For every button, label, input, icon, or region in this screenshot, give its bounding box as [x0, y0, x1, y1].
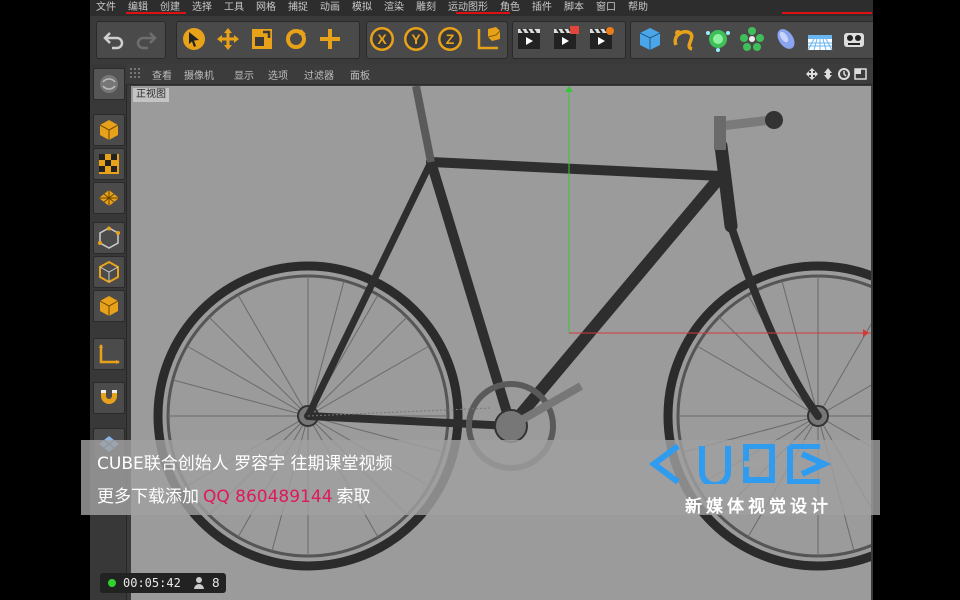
viewport-menubar: 查看 摄像机 显示 选项 过滤器 面板	[126, 64, 873, 85]
camera-icon[interactable]	[842, 24, 870, 54]
main-toolbar: X Y Z	[90, 16, 873, 65]
workplane-mode-icon[interactable]	[93, 182, 125, 214]
menu-animate[interactable]: 动画	[314, 0, 346, 16]
edges-mode-icon[interactable]	[93, 256, 125, 288]
stem	[720, 115, 772, 131]
view-menu-filter[interactable]: 过滤器	[304, 67, 334, 82]
menu-help[interactable]: 帮助	[622, 0, 654, 16]
y-axis-letter: Y	[411, 31, 421, 47]
banner-line2: 更多下载添加 QQ 860489144 索取	[97, 482, 371, 507]
promo-banner: CUBE联合创始人 罗容宇 往期课堂视频 更多下载添加 QQ 860489144 索…	[81, 440, 880, 517]
stream-status: 00:05:42 8	[100, 573, 226, 593]
deformer-icon[interactable]	[772, 24, 800, 54]
z-axis-letter: Z	[446, 31, 455, 47]
front-viewport[interactable]: 正视图	[131, 86, 871, 600]
model-mode-icon[interactable]	[93, 68, 125, 100]
y-axis-icon[interactable]: Y	[402, 24, 430, 54]
y-axis-arrow	[565, 86, 573, 92]
bicycle-model	[153, 86, 871, 571]
menu-file[interactable]: 文件	[90, 0, 122, 16]
viewport-label: 正视图	[133, 88, 169, 102]
headset	[714, 116, 726, 150]
z-axis-icon[interactable]: Z	[436, 24, 464, 54]
banner-qq: QQ 860489144	[203, 487, 333, 507]
menu-snap[interactable]: 捕捉	[282, 0, 314, 16]
view-menu-camera[interactable]: 摄像机	[184, 67, 214, 82]
render-settings-icon[interactable]	[588, 24, 616, 54]
menu-window[interactable]: 窗口	[590, 0, 622, 16]
view-menu-view[interactable]: 查看	[152, 67, 172, 82]
rotate-icon[interactable]	[282, 24, 310, 54]
array-icon[interactable]	[738, 24, 766, 54]
view-menu-display[interactable]: 显示	[234, 67, 254, 82]
seat-post	[412, 86, 435, 163]
left-tool-palette	[90, 64, 127, 600]
banner-line2-suffix: 索取	[336, 487, 371, 507]
coord-icon[interactable]	[474, 24, 502, 54]
view-menu-panel[interactable]: 面板	[350, 67, 370, 82]
menu-tools[interactable]: 工具	[218, 0, 250, 16]
axis-mode-icon[interactable]	[93, 338, 125, 370]
menu-plugins[interactable]: 插件	[526, 0, 558, 16]
cube-logo	[649, 444, 832, 484]
polygons-mode-icon[interactable]	[93, 290, 125, 322]
annotation-underline	[456, 12, 510, 14]
move-icon[interactable]	[214, 24, 242, 54]
render-view-icon[interactable]	[516, 24, 544, 54]
viewport-nav-icons[interactable]	[806, 68, 870, 80]
scale-icon[interactable]	[248, 24, 276, 54]
view-menu-options[interactable]: 选项	[268, 67, 288, 82]
menu-render[interactable]: 渲染	[378, 0, 410, 16]
undo-icon[interactable]	[100, 24, 128, 54]
menu-select[interactable]: 选择	[186, 0, 218, 16]
spline-icon[interactable]	[670, 24, 698, 54]
x-axis-icon[interactable]: X	[368, 24, 396, 54]
handlebar	[765, 111, 783, 129]
menu-mesh[interactable]: 网格	[250, 0, 282, 16]
live-dot-icon	[108, 579, 116, 587]
annotation-underline	[782, 12, 872, 14]
viewer-count: 8	[212, 576, 220, 590]
stream-time: 00:05:42	[123, 576, 181, 590]
render-pic-icon[interactable]	[552, 24, 580, 54]
scene-floor-icon[interactable]	[806, 24, 834, 54]
banner-line2-prefix: 更多下载添加	[97, 487, 199, 507]
banner-line1: CUBE联合创始人 罗容宇 往期课堂视频	[97, 454, 393, 474]
menu-simulate[interactable]: 模拟	[346, 0, 378, 16]
menu-script[interactable]: 脚本	[558, 0, 590, 16]
add-icon[interactable]	[316, 24, 344, 54]
x-axis-letter: X	[377, 31, 387, 47]
polygon-object-icon[interactable]	[93, 114, 125, 146]
annotation-underline	[126, 12, 186, 14]
nurbs-icon[interactable]	[704, 24, 732, 54]
banner-brand: 新媒体视觉设计	[685, 497, 832, 517]
grip-icon	[130, 68, 140, 78]
redo-icon[interactable]	[132, 24, 160, 54]
texture-mode-icon[interactable]	[93, 148, 125, 180]
user-icon	[194, 577, 204, 589]
cube-icon[interactable]	[636, 24, 664, 54]
select-icon[interactable]	[180, 24, 208, 54]
menu-sculpt[interactable]: 雕刻	[410, 0, 442, 16]
snap-magnet-icon[interactable]	[93, 382, 125, 414]
points-mode-icon[interactable]	[93, 222, 125, 254]
